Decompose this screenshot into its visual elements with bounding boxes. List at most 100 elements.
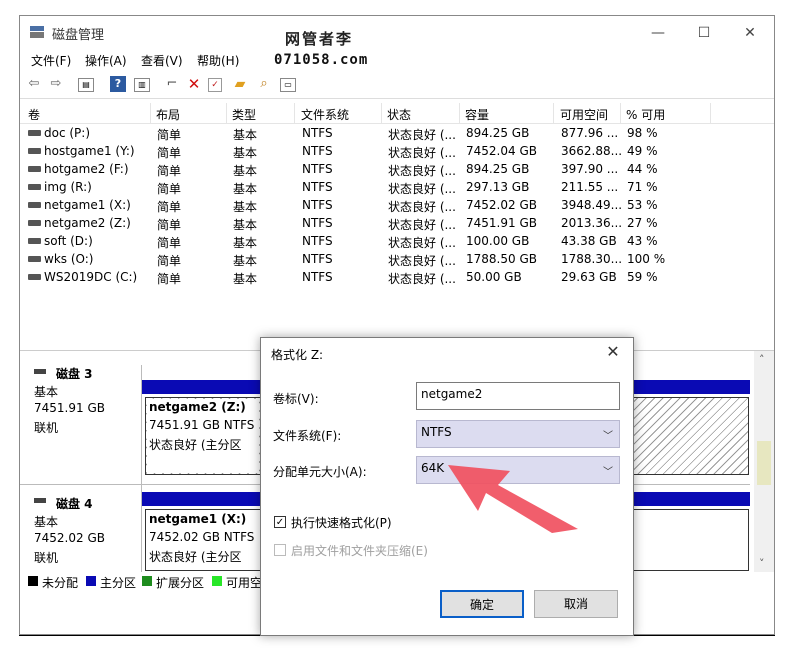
cell-filesystem: NTFS [302,234,333,248]
col-divider[interactable] [620,103,621,123]
cell-status: 状态良好 (... [388,128,456,142]
menu-file[interactable]: 文件(F) [31,52,71,69]
disk3-label-panel[interactable]: 磁盘 3 基本 7451.91 GB 联机 [22,363,140,473]
col-percent-free[interactable]: % 可用 [626,106,665,123]
minimize-button[interactable]: — [638,20,678,46]
scrollbar-thumb[interactable] [757,441,771,485]
drive-icon [28,130,41,136]
cell-free-space: 43.38 GB [561,234,617,248]
cell-capacity: 100.00 GB [466,234,530,248]
cell-capacity: 894.25 GB [466,126,530,140]
cell-layout: 简单 [157,200,182,214]
dialog-close-button[interactable]: ✕ [601,340,625,364]
table-row[interactable]: netgame1 (X:) 简单 基本 NTFS 状态良好 (... 7452.… [20,196,774,214]
delete-icon[interactable]: ✕ [186,76,202,92]
menu-help[interactable]: 帮助(H) [197,52,239,69]
legend-swatch-free [212,576,222,586]
menu-bar: 文件(F) 操作(A) 查看(V) 帮助(H) [20,49,774,71]
col-free-space[interactable]: 可用空间 [560,106,608,123]
table-row[interactable]: WS2019DC (C:) 简单 基本 NTFS 状态良好 (... 50.00… [20,268,774,286]
drive-icon [28,274,41,280]
col-divider[interactable] [381,103,382,123]
cell-percent-free: 98 % [627,126,658,140]
cell-type: 基本 [233,128,258,142]
quick-format-checkbox[interactable]: ✓ [274,516,286,528]
table-row[interactable]: netgame2 (Z:) 简单 基本 NTFS 状态良好 (... 7451.… [20,214,774,232]
help-icon[interactable]: ? [110,76,126,92]
table-row[interactable]: hotgame2 (F:) 简单 基本 NTFS 状态良好 (... 894.2… [20,160,774,178]
col-divider[interactable] [294,103,295,123]
scroll-down-icon[interactable]: ˅ [759,557,765,570]
forward-arrow-icon[interactable]: ⇨ [48,76,64,92]
volume-label-input[interactable]: netgame2 [416,382,620,410]
divider [141,365,142,591]
graph-scrollbar[interactable]: ˄ ˅ [754,351,774,577]
cell-status: 状态良好 (... [388,200,456,214]
cell-volume: WS2019DC (C:) [44,270,138,284]
cancel-button[interactable]: 取消 [534,590,618,618]
cell-filesystem: NTFS [302,144,333,158]
disk-list-icon[interactable]: ▤ [78,78,94,92]
menu-action[interactable]: 操作(A) [85,52,127,69]
cell-free-space: 3948.49... [561,198,623,212]
volume-list: doc (P:) 简单 基本 NTFS 状态良好 (... 894.25 GB … [20,124,774,294]
col-layout[interactable]: 布局 [156,106,180,123]
cell-percent-free: 100 % [627,252,666,266]
cell-volume: netgame2 (Z:) [44,216,131,230]
cell-volume: hostgame1 (Y:) [44,144,135,158]
cell-percent-free: 27 % [627,216,658,230]
folder-icon[interactable]: ▰ [232,76,248,92]
volume-table-header: 卷 布局 类型 文件系统 状态 容量 可用空间 % 可用 [20,103,774,124]
filesystem-select[interactable]: NTFS ﹀ [416,420,620,448]
cell-filesystem: NTFS [302,180,333,194]
drive-icon [28,202,41,208]
cell-type: 基本 [233,182,258,196]
col-divider[interactable] [459,103,460,123]
table-row[interactable]: soft (D:) 简单 基本 NTFS 状态良好 (... 100.00 GB… [20,232,774,250]
cell-capacity: 297.13 GB [466,180,530,194]
disk-icon [34,498,46,503]
legend-unallocated: 未分配 [42,576,79,590]
col-divider[interactable] [226,103,227,123]
menu-view[interactable]: 查看(V) [141,52,183,69]
chevron-down-icon: ﹀ [603,467,613,478]
back-arrow-icon[interactable]: ⇦ [26,76,42,92]
properties-icon[interactable]: ▥ [134,78,150,92]
scroll-up-icon[interactable]: ˄ [759,353,765,366]
search-icon[interactable]: ⌕ [256,76,272,92]
console-icon[interactable]: ▭ [280,78,296,92]
disk4-label-panel[interactable]: 磁盘 4 基本 7452.02 GB 联机 [22,491,140,571]
col-type[interactable]: 类型 [232,106,256,123]
disk3-type: 基本 [34,385,59,399]
partition-text-bg: netgame2 (Z:) 7451.91 GB NTFS 状态良好 (主分区 [147,399,259,473]
disk4-name: 磁盘 4 [56,497,93,511]
close-button[interactable]: ✕ [730,20,770,46]
col-capacity[interactable]: 容量 [465,106,489,123]
col-filesystem[interactable]: 文件系统 [301,106,349,123]
col-divider[interactable] [710,103,711,123]
ok-button[interactable]: 确定 [440,590,524,618]
legend-extended: 扩展分区 [156,576,205,590]
cell-free-space: 397.90 ... [561,162,619,176]
col-divider[interactable] [150,103,151,123]
table-row[interactable]: doc (P:) 简单 基本 NTFS 状态良好 (... 894.25 GB … [20,124,774,142]
table-row[interactable]: wks (O:) 简单 基本 NTFS 状态良好 (... 1788.50 GB… [20,250,774,268]
table-row[interactable]: hostgame1 (Y:) 简单 基本 NTFS 状态良好 (... 7452… [20,142,774,160]
cell-volume: wks (O:) [44,252,94,266]
cell-status: 状态良好 (... [388,164,456,178]
cell-free-space: 3662.88... [561,144,623,158]
table-row[interactable]: img (R:) 简单 基本 NTFS 状态良好 (... 297.13 GB … [20,178,774,196]
compression-label: 启用文件和文件夹压缩(E) [291,544,428,558]
partition-name: netgame2 (Z:) [149,400,246,414]
cell-volume: hotgame2 (F:) [44,162,129,176]
col-status[interactable]: 状态 [387,106,411,123]
col-divider[interactable] [553,103,554,123]
cell-type: 基本 [233,200,258,214]
connect-icon[interactable]: ⌐ [164,76,180,92]
col-volume[interactable]: 卷 [28,106,40,123]
cell-status: 状态良好 (... [388,236,456,250]
disk4-status: 联机 [34,551,59,565]
check-icon[interactable]: ✓ [208,78,222,92]
cell-percent-free: 43 % [627,234,658,248]
maximize-button[interactable]: ☐ [684,20,724,46]
